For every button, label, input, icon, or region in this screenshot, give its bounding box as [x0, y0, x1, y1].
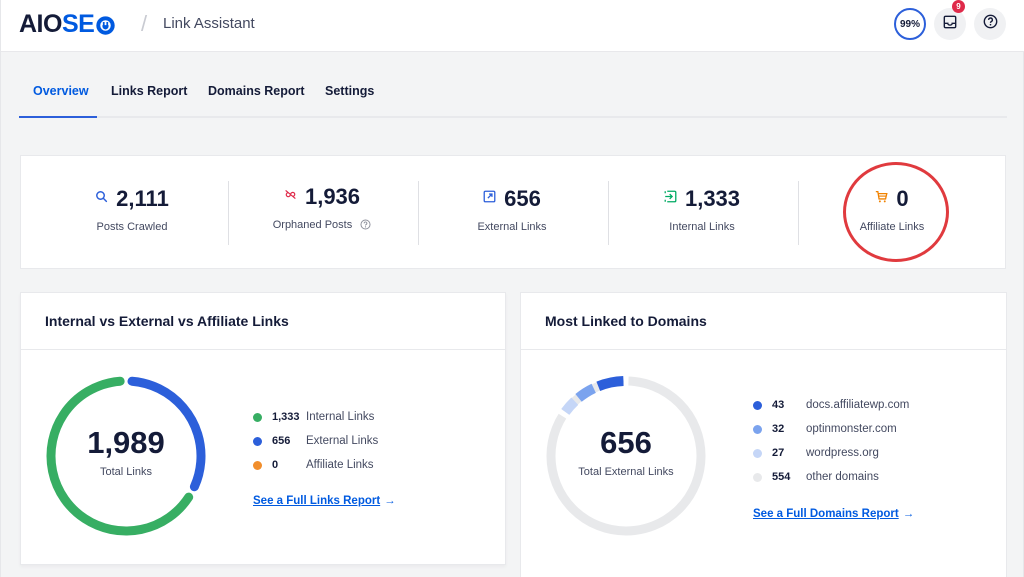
inbox-icon [943, 15, 957, 34]
help-tooltip-icon[interactable] [360, 219, 371, 233]
stat-label: Posts Crawled [96, 221, 168, 233]
tab-links-report[interactable]: Links Report [111, 84, 187, 118]
breadcrumb-divider: / [141, 11, 148, 36]
notifications-button[interactable] [934, 8, 966, 40]
help-icon [983, 14, 998, 34]
legend-dot [753, 424, 762, 434]
arrow-right-icon: → [902, 508, 915, 520]
stat-value: 1,333 [684, 186, 741, 211]
external-link-icon [483, 190, 496, 208]
highlight-annotation-circle [843, 162, 949, 262]
panel-title: Internal vs External vs Affiliate Links [21, 293, 505, 350]
legend-value: 0 [272, 459, 279, 471]
total-external-value: 656 [600, 425, 652, 460]
legend-label: External Links [306, 435, 379, 447]
legend-item-domain: 27 wordpress.org [753, 445, 879, 461]
stat-value: 656 [504, 186, 541, 211]
aioseo-logo[interactable]: AIO SE [19, 9, 116, 39]
tab-domains-report[interactable]: Domains Report [208, 84, 305, 118]
domains-donut-chart: 656 Total External Links [541, 371, 711, 541]
stat-posts-crawled: 2,111 Posts Crawled [37, 156, 227, 270]
panel-title: Most Linked to Domains [521, 293, 1006, 350]
legend-item-external: 656 External Links [253, 433, 378, 449]
link-text: See a Full Links Report [253, 495, 381, 507]
full-links-report-link[interactable]: See a Full Links Report → [253, 495, 396, 507]
legend-label: Affiliate Links [306, 459, 374, 471]
logo-text-aio: AIO [19, 9, 62, 38]
arrow-right-icon: → [384, 495, 396, 507]
legend-item-domain: 43 docs.affiliatewp.com [753, 397, 909, 413]
tab-settings[interactable]: Settings [325, 84, 374, 118]
page-title: Link Assistant [163, 15, 255, 32]
legend-value: 32 [772, 423, 785, 435]
stat-label: External Links [477, 221, 547, 233]
logo-text-seo: SE [61, 9, 95, 38]
legend-dot [253, 412, 262, 422]
top-header: AIO SE / Link Assistant 99% 9 [1, 0, 1024, 52]
legend-value: 656 [272, 435, 291, 447]
stat-external-links: 656 External Links [417, 156, 607, 270]
legend-label: Internal Links [306, 411, 375, 423]
legend-value: 554 [772, 471, 791, 483]
stat-orphaned-posts: 1,936 Orphaned Posts [227, 156, 417, 270]
logo-gear-icon [95, 15, 116, 36]
internal-link-icon [664, 190, 677, 208]
stat-label: Orphaned Posts [272, 219, 353, 231]
legend-value: 1,333 [272, 411, 300, 423]
legend-item-domain: 32 optinmonster.com [753, 421, 897, 437]
links-breakdown-panel: Internal vs External vs Affiliate Links … [20, 292, 506, 565]
legend-item-internal: 1,333 Internal Links [253, 409, 374, 425]
legend-label: optinmonster.com [806, 423, 897, 435]
legend-dot [753, 400, 762, 410]
help-button[interactable] [974, 8, 1006, 40]
stat-value: 2,111 [116, 186, 169, 211]
legend-item-affiliate: 0 Affiliate Links [253, 457, 374, 473]
stat-label-row: Orphaned Posts [227, 219, 417, 233]
full-domains-report-link[interactable]: See a Full Domains Report → [753, 508, 914, 520]
legend-dot [253, 436, 262, 446]
stat-label: Internal Links [669, 221, 735, 233]
total-links-label: Total Links [100, 466, 152, 478]
legend-value: 43 [772, 399, 785, 411]
domains-panel: Most Linked to Domains 656 Total Externa… [520, 292, 1007, 577]
notification-count-badge: 9 [952, 0, 965, 13]
unlink-icon [284, 188, 297, 206]
search-icon [95, 190, 108, 208]
legend-label: other domains [806, 471, 879, 483]
legend-value: 27 [772, 447, 785, 459]
main-tabs: Overview Links Report Domains Report Set… [19, 72, 1007, 118]
links-donut-chart: 1,989 Total Links [41, 371, 211, 541]
legend-item-other: 554 other domains [753, 469, 879, 485]
legend-label: docs.affiliatewp.com [806, 399, 910, 411]
stat-internal-links: 1,333 Internal Links [607, 156, 797, 270]
total-links-value: 1,989 [87, 425, 165, 460]
seo-score-badge[interactable]: 99% [894, 8, 926, 40]
legend-dot [753, 472, 762, 482]
link-text: See a Full Domains Report [753, 508, 899, 520]
tab-overview[interactable]: Overview [19, 84, 97, 118]
legend-label: wordpress.org [806, 447, 879, 459]
legend-dot [753, 448, 762, 458]
total-external-label: Total External Links [578, 466, 674, 478]
legend-dot [253, 460, 262, 470]
stat-value: 1,936 [304, 184, 361, 209]
